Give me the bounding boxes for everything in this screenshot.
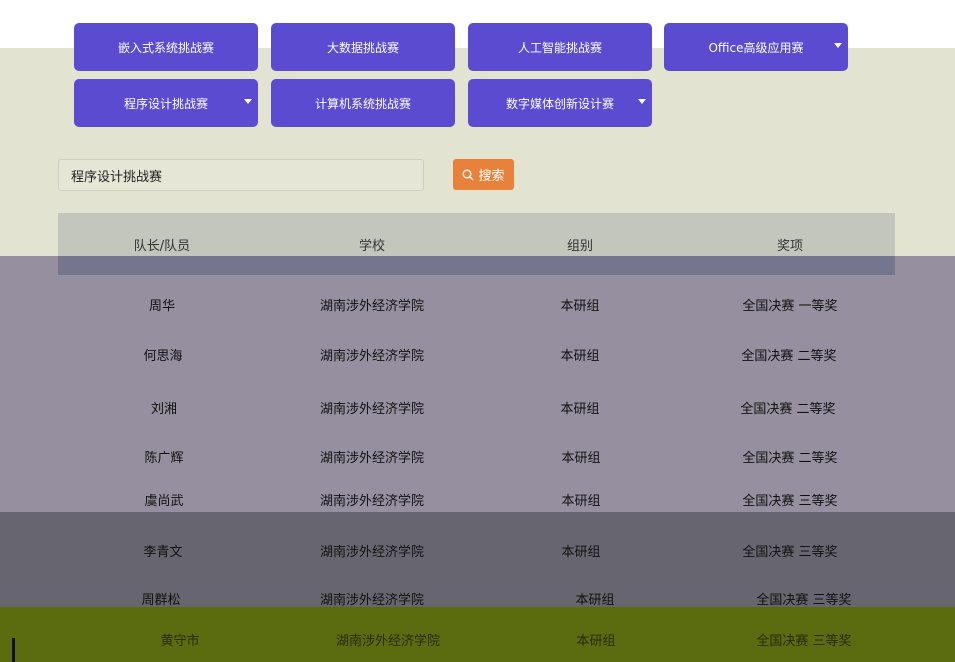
cell-school: 湖南涉外经济学院 [319,349,425,364]
category-button-embedded[interactable]: 嵌入式系统挑战赛 [74,23,258,71]
category-label: 人工智能挑战赛 [517,40,602,55]
cell-group: 本研组 [561,545,601,560]
cell-group: 本研组 [561,451,601,466]
search-input[interactable] [58,159,424,191]
search-button-label: 搜索 [478,169,505,184]
table-header-underband [58,256,895,275]
search-button[interactable]: 搜索 [453,159,514,190]
category-button-computer-system[interactable]: 计算机系统挑战赛 [271,79,455,127]
cell-captain: 黄守市 [160,634,200,649]
cell-captain: 周华 [148,299,176,314]
cell-award: 全国决赛 二等奖 [742,451,838,466]
caret-down-icon [638,99,646,104]
cell-school: 湖南涉外经济学院 [319,593,425,608]
category-button-ai[interactable]: 人工智能挑战赛 [468,23,652,71]
cell-award: 全国决赛 三等奖 [756,634,852,649]
column-header-group: 组别 [566,239,594,254]
cell-group: 本研组 [576,634,616,649]
category-button-bigdata[interactable]: 大数据挑战赛 [271,23,455,71]
column-header-award: 奖项 [776,239,804,254]
column-header-captain: 队长/队员 [133,239,191,254]
cell-school: 湖南涉外经济学院 [319,545,425,560]
caret-down-icon [834,43,842,48]
category-label: 嵌入式系统挑战赛 [117,40,214,55]
cell-school: 湖南涉外经济学院 [335,634,441,649]
cell-captain: 刘湘 [150,402,178,417]
cell-award: 全国决赛 二等奖 [741,349,837,364]
category-label: 计算机系统挑战赛 [314,96,411,111]
cell-captain: 陈广辉 [144,451,184,466]
cell-captain: 李青文 [143,545,183,560]
cell-school: 湖南涉外经济学院 [319,402,425,417]
category-label: 程序设计挑战赛 [123,96,208,111]
category-label: Office高级应用赛 [708,40,804,55]
cell-group: 本研组 [560,349,600,364]
cell-school: 湖南涉外经济学院 [319,299,425,314]
category-label: 大数据挑战赛 [326,40,399,55]
table-header: 队长/队员 学校 组别 奖项 [58,213,895,275]
category-label: 数字媒体创新设计赛 [505,96,614,111]
cell-school: 湖南涉外经济学院 [319,451,425,466]
cell-captain: 虞尚武 [144,494,184,509]
category-button-programming[interactable]: 程序设计挑战赛 [74,79,258,127]
cell-award: 全国决赛 三等奖 [742,494,838,509]
cell-group: 本研组 [560,299,600,314]
search-icon [463,169,474,180]
cell-group: 本研组 [560,402,600,417]
category-button-office[interactable]: Office高级应用赛 [664,23,848,71]
cell-group: 本研组 [561,494,601,509]
cell-award: 全国决赛 一等奖 [742,299,838,314]
cell-school: 湖南涉外经济学院 [319,494,425,509]
left-edge-marker [12,638,15,662]
column-header-school: 学校 [358,239,386,254]
cell-award: 全国决赛 三等奖 [742,545,838,560]
cell-award: 全国决赛 二等奖 [740,402,836,417]
caret-down-icon [244,99,252,104]
cell-award: 全国决赛 三等奖 [756,593,852,608]
cell-captain: 何思海 [143,349,183,364]
cell-captain: 周群松 [141,593,181,608]
category-button-digital-media[interactable]: 数字媒体创新设计赛 [468,79,652,127]
cell-group: 本研组 [575,593,615,608]
